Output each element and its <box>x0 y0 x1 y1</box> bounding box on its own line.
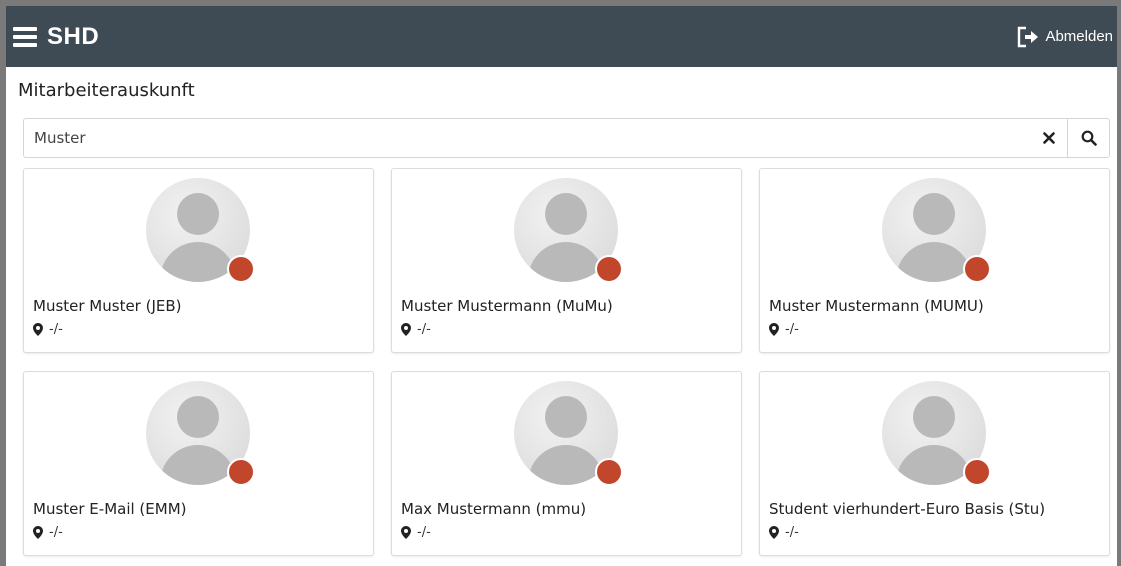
employee-card[interactable]: Muster E-Mail (EMM) -/- <box>23 371 374 556</box>
logout-label: Abmelden <box>1045 28 1113 45</box>
status-indicator <box>227 255 255 283</box>
clear-search-button[interactable] <box>1031 119 1067 157</box>
employee-location: -/- <box>33 525 63 540</box>
employee-card[interactable]: Max Mustermann (mmu) -/- <box>391 371 742 556</box>
employee-name: Max Mustermann (mmu) <box>401 500 587 518</box>
location-text: -/- <box>785 525 799 540</box>
close-icon <box>1043 132 1055 144</box>
map-marker-icon <box>401 323 411 336</box>
employee-card[interactable]: Muster Mustermann (MuMu) -/- <box>391 168 742 353</box>
search-bar <box>23 118 1110 158</box>
page-title: Mitarbeiterauskunft <box>18 80 195 101</box>
employee-card[interactable]: Muster Muster (JEB) -/- <box>23 168 374 353</box>
search-button[interactable] <box>1067 119 1109 157</box>
location-text: -/- <box>785 322 799 337</box>
hamburger-menu-icon[interactable] <box>13 26 37 47</box>
location-text: -/- <box>49 525 63 540</box>
employee-name: Muster Mustermann (MUMU) <box>769 297 984 315</box>
app-window: SHD Abmelden Mitarbeiterauskunft Muster … <box>0 0 1121 566</box>
map-marker-icon <box>33 323 43 336</box>
brand-title: SHD <box>47 22 100 50</box>
employee-name: Student vierhundert-Euro Basis (Stu) <box>769 500 1046 518</box>
search-icon <box>1081 130 1097 146</box>
map-marker-icon <box>769 526 779 539</box>
status-indicator <box>963 255 991 283</box>
employee-location: -/- <box>769 322 799 337</box>
map-marker-icon <box>769 323 779 336</box>
logout-icon <box>1018 26 1039 47</box>
employee-name: Muster Muster (JEB) <box>33 297 182 315</box>
status-indicator <box>595 458 623 486</box>
employee-name: Muster E-Mail (EMM) <box>33 500 187 518</box>
brand-menu-toggle[interactable]: SHD <box>13 23 99 51</box>
map-marker-icon <box>401 526 411 539</box>
employee-location: -/- <box>401 525 431 540</box>
status-indicator <box>963 458 991 486</box>
employee-name: Muster Mustermann (MuMu) <box>401 297 613 315</box>
logout-button[interactable]: Abmelden <box>1017 26 1113 48</box>
employee-location: -/- <box>33 322 63 337</box>
location-text: -/- <box>49 322 63 337</box>
employee-card[interactable]: Student vierhundert-Euro Basis (Stu) -/- <box>759 371 1110 556</box>
status-indicator <box>595 255 623 283</box>
search-input[interactable] <box>24 119 1031 157</box>
location-text: -/- <box>417 525 431 540</box>
top-navbar: SHD Abmelden <box>6 6 1117 67</box>
employee-location: -/- <box>769 525 799 540</box>
map-marker-icon <box>33 526 43 539</box>
location-text: -/- <box>417 322 431 337</box>
employee-location: -/- <box>401 322 431 337</box>
employee-card[interactable]: Muster Mustermann (MUMU) -/- <box>759 168 1110 353</box>
status-indicator <box>227 458 255 486</box>
